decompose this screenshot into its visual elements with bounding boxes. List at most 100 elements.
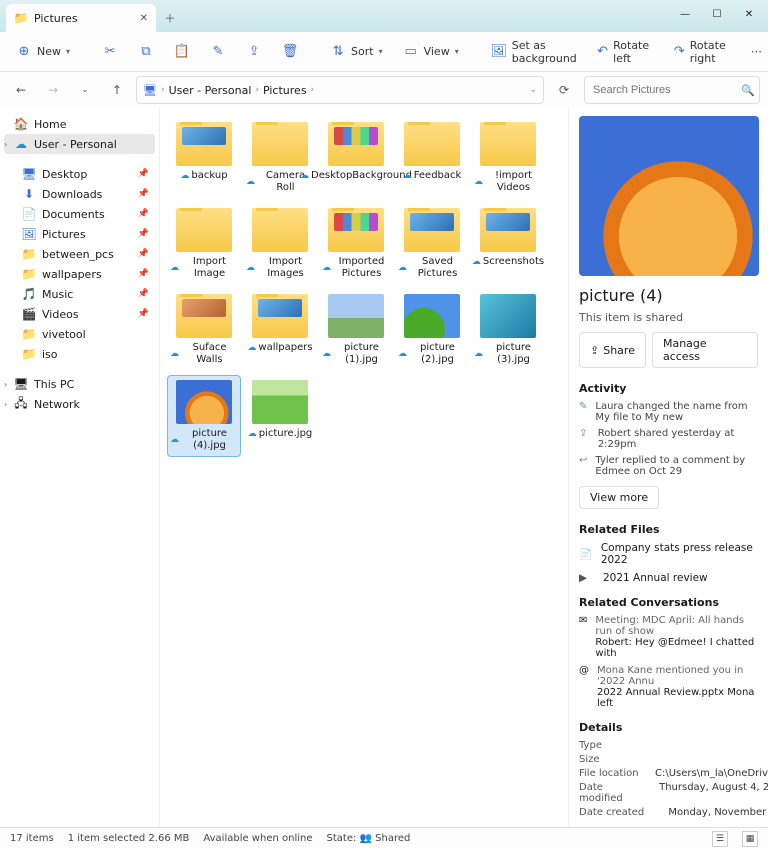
folder-item[interactable]: ☁Import Images bbox=[244, 204, 316, 284]
rename-icon: ✎ bbox=[210, 44, 226, 60]
recent-button[interactable]: ⌄ bbox=[72, 77, 98, 103]
sidebar-item-wallpapers[interactable]: 📁wallpapers📌 bbox=[4, 264, 155, 284]
sidebar-item-desktop[interactable]: 🖥 Desktop 📌 bbox=[4, 164, 155, 184]
folder-item[interactable]: ☁Import Image bbox=[168, 204, 240, 284]
manage-access-button[interactable]: Manage access bbox=[652, 332, 758, 368]
sidebar-item-user-personal[interactable]: › ☁ User - Personal bbox=[4, 134, 155, 154]
sidebar-item-between_pcs[interactable]: 📁between_pcs📌 bbox=[4, 244, 155, 264]
view-button[interactable]: ▭ View ▾ bbox=[395, 40, 467, 64]
image-thumbnail bbox=[252, 380, 308, 424]
more-button[interactable]: ⋯ bbox=[743, 41, 768, 62]
new-tab-button[interactable]: ＋ bbox=[156, 4, 184, 32]
new-label: New bbox=[37, 45, 61, 58]
activity-text: Laura changed the name from My file to M… bbox=[595, 401, 758, 423]
item-label: ☁Imported Pictures bbox=[322, 256, 390, 280]
pin-icon: 📌 bbox=[138, 229, 149, 239]
conv-sub: Mona Kane mentioned you in '2022 Annu bbox=[597, 665, 758, 687]
view-more-button[interactable]: View more bbox=[579, 486, 659, 509]
image-item[interactable]: ☁picture.jpg bbox=[244, 376, 316, 456]
folder-item[interactable]: ☁backup bbox=[168, 118, 240, 198]
back-button[interactable]: ← bbox=[8, 77, 34, 103]
breadcrumb-pictures[interactable]: Pictures bbox=[263, 84, 307, 97]
breadcrumb[interactable]: 🖥 › User - Personal › Pictures › ⌄ bbox=[136, 76, 544, 104]
folder-item[interactable]: ☁Feedback bbox=[396, 118, 468, 198]
sidebar-item-vivetool[interactable]: 📁vivetool bbox=[4, 324, 155, 344]
close-tab-icon[interactable]: ✕ bbox=[140, 13, 148, 24]
rotate-right-button[interactable]: ↷ Rotate right bbox=[666, 35, 739, 69]
folder-icon bbox=[328, 208, 384, 252]
details-view-button[interactable]: ☰ bbox=[712, 831, 728, 847]
folder-item[interactable]: ☁!import Videos bbox=[472, 118, 544, 198]
image-item[interactable]: ☁picture (1).jpg bbox=[320, 290, 392, 370]
folder-item[interactable]: ☁DesktopBackground bbox=[320, 118, 392, 198]
tab-pictures[interactable]: 📁 Pictures ✕ bbox=[6, 4, 156, 32]
sidebar-item-downloads[interactable]: ⬇Downloads📌 bbox=[4, 184, 155, 204]
status-bar: 17 items 1 item selected 2.66 MB Availab… bbox=[0, 827, 768, 849]
folder-icon bbox=[480, 208, 536, 252]
forward-button[interactable]: → bbox=[40, 77, 66, 103]
state-label: State: 👥 Shared bbox=[327, 833, 411, 844]
folder-item[interactable]: ☁Screenshots bbox=[472, 204, 544, 284]
pin-icon: 📌 bbox=[138, 169, 149, 179]
chevron-down-icon: ▾ bbox=[379, 47, 383, 56]
conversation-item[interactable]: @ Mona Kane mentioned you in '2022 Annu2… bbox=[579, 665, 758, 709]
image-item[interactable]: ☁picture (4).jpg bbox=[168, 376, 240, 456]
sidebar-label: Desktop bbox=[42, 168, 87, 181]
sidebar-label: vivetool bbox=[42, 328, 86, 341]
cloud-icon: ☁ bbox=[322, 349, 331, 360]
close-button[interactable]: ✕ bbox=[734, 4, 764, 24]
sidebar-item-videos[interactable]: 🎬Videos📌 bbox=[4, 304, 155, 324]
delete-button[interactable]: 🗑 bbox=[274, 40, 306, 64]
detail-value: JPG File bbox=[655, 740, 768, 751]
manage-label: Manage access bbox=[663, 337, 747, 363]
sort-button[interactable]: ⇅ Sort ▾ bbox=[322, 40, 391, 64]
paste-icon: 📋 bbox=[174, 44, 190, 60]
image-item[interactable]: ☁picture (3).jpg bbox=[472, 290, 544, 370]
search-input[interactable] bbox=[593, 84, 735, 96]
copy-button[interactable]: ⧉ bbox=[130, 40, 162, 64]
search-box[interactable]: 🔍 bbox=[584, 76, 760, 104]
share-icon: ⇪ bbox=[579, 428, 590, 439]
folder-item[interactable]: ☁Suface Walls bbox=[168, 290, 240, 370]
cloud-icon: ☁ bbox=[170, 263, 179, 274]
folder-icon bbox=[176, 208, 232, 252]
item-label: ☁Import Image bbox=[170, 256, 238, 280]
cut-button[interactable]: ✂ bbox=[94, 40, 126, 64]
folder-item[interactable]: ☁Saved Pictures bbox=[396, 204, 468, 284]
minimize-button[interactable]: — bbox=[670, 4, 700, 24]
new-button[interactable]: ⊕ New ▾ bbox=[8, 40, 78, 64]
rotate-left-button[interactable]: ↶ Rotate left bbox=[589, 35, 662, 69]
image-item[interactable]: ☁picture (2).jpg bbox=[396, 290, 468, 370]
breadcrumb-user[interactable]: User - Personal bbox=[169, 84, 252, 97]
conversation-item[interactable]: ✉ Meeting: MDC April: All hands run of s… bbox=[579, 615, 758, 659]
related-file[interactable]: 📄Company stats press release 2022 bbox=[579, 542, 758, 566]
chevron-right-icon: › bbox=[4, 400, 7, 409]
related-files-heading: Related Files bbox=[579, 523, 758, 536]
sidebar-item-iso[interactable]: 📁iso bbox=[4, 344, 155, 364]
maximize-button[interactable]: ☐ bbox=[702, 4, 732, 24]
rename-button[interactable]: ✎ bbox=[202, 40, 234, 64]
set-background-button[interactable]: 🖼 Set as background bbox=[483, 35, 585, 69]
sidebar-item-thispc[interactable]: › 🖥 This PC bbox=[4, 374, 155, 394]
related-conversations-heading: Related Conversations bbox=[579, 596, 758, 609]
folder-icon: 📁 bbox=[22, 347, 36, 361]
folder-item[interactable]: ☁wallpapers bbox=[244, 290, 316, 370]
sidebar-item-pictures[interactable]: 🖼Pictures📌 bbox=[4, 224, 155, 244]
thumbnails-view-button[interactable]: ▦ bbox=[742, 831, 758, 847]
share-button[interactable]: ⇪Share bbox=[579, 332, 646, 368]
sidebar-item-network[interactable]: › 🖧 Network bbox=[4, 394, 155, 414]
sidebar-item-documents[interactable]: 📄Documents📌 bbox=[4, 204, 155, 224]
sidebar-item-music[interactable]: 🎵Music📌 bbox=[4, 284, 155, 304]
up-button[interactable]: ↑ bbox=[104, 77, 130, 103]
share-button[interactable]: ⇪ bbox=[238, 40, 270, 64]
file-grid[interactable]: ☁backup☁Camera Roll☁DesktopBackground☁Fe… bbox=[160, 108, 568, 827]
item-label: ☁Import Images bbox=[246, 256, 314, 280]
folder-item[interactable]: ☁Camera Roll bbox=[244, 118, 316, 198]
chevron-down-icon[interactable]: ⌄ bbox=[529, 85, 537, 95]
related-file[interactable]: ▶2021 Annual review bbox=[579, 572, 758, 584]
folder-item[interactable]: ☁Imported Pictures bbox=[320, 204, 392, 284]
refresh-button[interactable]: ⟳ bbox=[550, 77, 578, 103]
paste-button[interactable]: 📋 bbox=[166, 40, 198, 64]
folder-icon: 🖥 bbox=[22, 167, 36, 181]
sidebar-item-home[interactable]: 🏠 Home bbox=[4, 114, 155, 134]
